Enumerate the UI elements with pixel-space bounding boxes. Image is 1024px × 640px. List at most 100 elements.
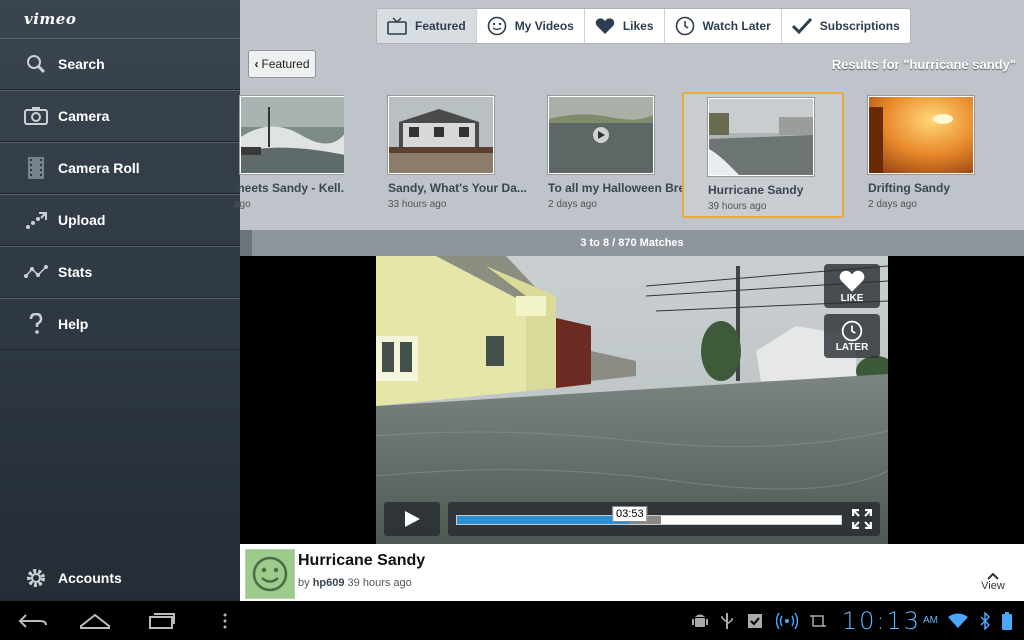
watch-later-button[interactable]: LATER [824,314,880,358]
tab-label: My Videos [514,19,574,33]
sidebar-item-label: Stats [58,264,93,280]
recent-apps-icon [149,613,175,629]
video-thumbnail [708,98,814,176]
video-player[interactable]: LIKE LATER 03:53 [376,256,888,544]
back-arrow-icon [18,614,47,628]
recent-apps-button[interactable] [144,607,178,635]
sidebar-item-label: Upload [58,212,106,228]
video-meta: 39 hours ago [708,201,767,212]
search-icon [24,52,48,76]
current-time: 03:53 [612,506,648,522]
back-button-label: Featured [261,57,310,71]
play-overlay-icon [593,127,609,143]
chevron-left-icon: ‹ [254,57,259,71]
tab-my-videos[interactable]: My Videos [477,9,585,43]
scroll-handle[interactable] [240,230,252,256]
sidebar-item-stats[interactable]: Stats [0,246,240,298]
sidebar-item-label: Camera [58,108,110,124]
tab-likes[interactable]: Likes [585,9,665,43]
heart-icon [839,270,865,292]
status-clock: 10:13 [841,606,921,635]
video-title-main: Hurricane Sandy [298,552,426,569]
avatar[interactable] [245,549,295,599]
clock-icon [841,320,863,341]
tab-featured[interactable]: Featured [377,9,477,43]
results-title: Results for "hurricane sandy" [831,57,1016,72]
matches-count: 3 to 8 / 870 Matches [580,237,684,249]
sidebar-item-label: Search [58,56,105,72]
video-item[interactable]: Drifting Sandy 2 days ago [862,92,1020,214]
view-button[interactable]: View [978,572,1008,598]
bluetooth-icon [980,611,990,630]
uploader-link[interactable]: hp609 [313,577,345,589]
video-meta: 2 days ago [548,199,597,210]
tab-bar: Featured My Videos Likes Watch Later Sub… [376,8,911,44]
like-button[interactable]: LIKE [824,264,880,308]
system-nav-bar: 10:13 AM [0,601,1024,640]
clock-icon [675,16,694,36]
tab-label: Subscriptions [819,19,900,33]
tab-label: Watch Later [702,19,771,33]
sidebar-item-upload[interactable]: Upload [0,194,240,246]
fullscreen-button[interactable] [851,508,873,530]
tab-watch-later[interactable]: Watch Later [665,9,782,43]
video-item[interactable]: meets Sandy - Kell... ago [234,92,344,214]
tab-label: Likes [622,19,654,33]
status-ampm: AM [923,615,938,626]
sidebar-item-search[interactable]: Search [0,38,240,90]
video-item-selected[interactable]: Hurricane Sandy 39 hours ago [682,92,844,218]
checkmark-icon [791,17,812,35]
video-meta: ago [234,199,251,210]
tab-subscriptions[interactable]: Subscriptions [782,9,910,43]
video-title: Sandy, What's Your Da... [388,181,527,195]
video-meta: 2 days ago [868,199,917,210]
hotspot-icon [775,612,798,630]
vimeo-logo: vimeo [24,10,77,28]
battery-icon [1002,611,1012,630]
video-info-bar: Hurricane Sandy by hp609 39 hours ago Vi… [240,544,1024,601]
wifi-icon [948,613,968,629]
video-thumbnail [240,96,344,174]
home-button[interactable] [78,607,112,635]
usb-icon [720,612,734,630]
video-meta: 33 hours ago [388,199,447,210]
heart-icon [595,18,615,34]
upload-time: 39 hours ago [347,577,412,589]
accounts-label: Accounts [58,570,122,586]
like-label: LIKE [840,292,864,304]
smiley-icon [487,16,506,36]
play-icon [405,511,420,527]
sidebar-item-label: Camera Roll [58,160,140,176]
screenshot-icon [809,613,826,629]
sidebar-item-help[interactable]: Help [0,298,240,350]
stats-icon [24,260,48,284]
back-button[interactable] [16,607,50,635]
gear-icon [24,566,48,590]
byline-prefix: by [298,577,310,589]
menu-button[interactable] [218,607,232,635]
tab-label: Featured [415,19,466,33]
video-item[interactable]: To all my Halloween Bre... 2 days ago [542,92,700,214]
sidebar-item-camera[interactable]: Camera [0,90,240,142]
upload-icon [24,208,48,232]
camera-icon [24,104,48,128]
later-label: LATER [835,341,869,353]
control-bar: 03:53 [448,502,880,536]
sidebar-item-camera-roll[interactable]: Camera Roll [0,142,240,194]
video-thumbnail [548,96,654,174]
sidebar-item-accounts[interactable]: Accounts [0,562,240,594]
browse-panel: Featured My Videos Likes Watch Later Sub… [234,0,1024,230]
back-to-featured-button[interactable]: ‹ Featured [248,50,316,78]
sidebar-item-label: Help [58,316,89,332]
sidebar: vimeo Search Camera Camera Roll Upload S… [0,0,240,601]
fullscreen-icon [851,508,873,530]
help-icon [24,312,48,336]
overflow-menu-icon [223,613,227,629]
play-button[interactable] [384,502,440,536]
video-thumbnail [868,96,974,174]
video-item[interactable]: Sandy, What's Your Da... 33 hours ago [382,92,540,214]
matches-bar: 3 to 8 / 870 Matches [240,230,1024,256]
film-icon [24,156,48,180]
video-title: Drifting Sandy [868,181,951,195]
progress-track[interactable]: 03:53 [456,506,842,525]
